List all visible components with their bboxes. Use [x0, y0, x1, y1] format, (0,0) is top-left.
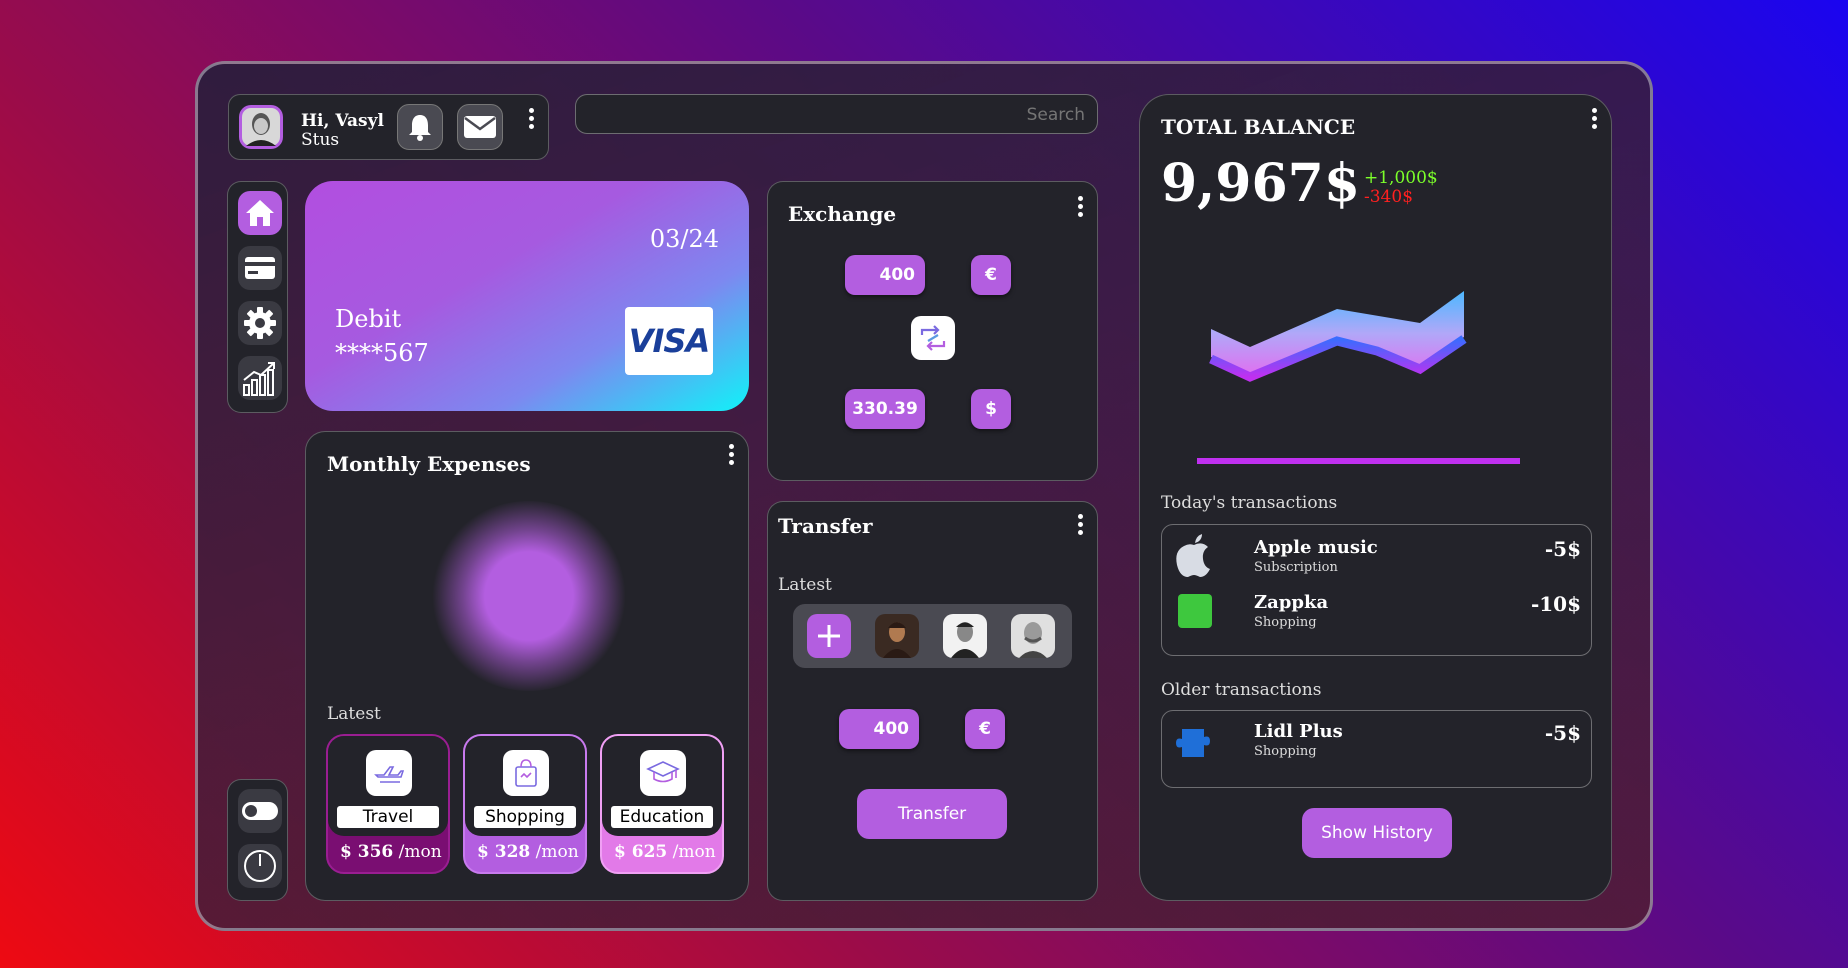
total-balance-panel: TOTAL BALANCE 9,967$ +1,000$ -340$ Today… — [1139, 94, 1612, 901]
transaction-category: Shopping — [1254, 744, 1317, 759]
apple-icon — [1176, 534, 1210, 577]
category-amount: $ 328 — [477, 842, 531, 862]
visa-logo: VISA — [625, 307, 713, 375]
transaction-category: Shopping — [1254, 615, 1317, 630]
exchange-from-amount[interactable]: 400 — [845, 255, 925, 295]
expenses-title: Monthly Expenses — [327, 452, 531, 476]
nav-cards[interactable] — [238, 246, 282, 290]
shopping-bag-icon — [515, 759, 537, 787]
transaction-row[interactable]: Apple music Subscription -5$ — [1162, 533, 1591, 588]
sidebar-bottom — [227, 779, 288, 901]
transfer-currency[interactable]: € — [965, 709, 1005, 749]
toggle-button[interactable] — [238, 789, 282, 833]
swap-button[interactable] — [911, 316, 955, 360]
transfer-menu-icon[interactable] — [1078, 514, 1084, 538]
airplane-icon — [374, 766, 404, 783]
avatar[interactable] — [239, 105, 283, 149]
exchange-to-amount[interactable]: 330.39 — [845, 389, 925, 429]
expenses-menu-icon[interactable] — [729, 444, 735, 468]
expenses-latest-label: Latest — [327, 704, 381, 724]
debit-card[interactable]: 03/24 Debit ****567 VISA — [305, 181, 749, 411]
balance-title: TOTAL BALANCE — [1161, 115, 1356, 139]
expenses-donut — [429, 501, 629, 691]
transfer-amount[interactable]: 400 — [839, 709, 919, 749]
category-label: Travel — [337, 806, 439, 828]
exchange-panel: Exchange 400 € 330.39 $ — [767, 181, 1098, 481]
credit-card-icon — [245, 257, 275, 279]
category-period: /mon — [398, 842, 442, 862]
add-contact-button[interactable] — [807, 614, 851, 658]
balance-amount: 9,967$ — [1161, 153, 1361, 214]
transfer-panel: Transfer Latest 400 € Transfer — [767, 501, 1098, 901]
exchange-menu-icon[interactable] — [1078, 196, 1084, 220]
messages-button[interactable] — [457, 104, 503, 150]
nav-analytics[interactable] — [238, 356, 282, 400]
exchange-from-currency[interactable]: € — [971, 255, 1011, 295]
transfer-latest-label: Latest — [778, 575, 832, 595]
card-expiry: 03/24 — [649, 225, 719, 253]
card-number: ****567 — [335, 339, 429, 367]
puzzle-icon — [1176, 729, 1210, 757]
gear-icon — [244, 307, 276, 339]
contact-avatar[interactable] — [943, 614, 987, 658]
category-period: /mon — [672, 842, 716, 862]
user-header: Hi, Vasyl Stus — [228, 94, 549, 160]
transfer-button[interactable]: Transfer — [857, 789, 1007, 839]
transaction-row[interactable]: Zappka Shopping -10$ — [1162, 588, 1591, 643]
category-education[interactable]: Education $ 625 /mon — [600, 734, 724, 874]
exchange-to-currency[interactable]: $ — [971, 389, 1011, 429]
older-transactions: Lidl Plus Shopping -5$ — [1161, 710, 1592, 788]
transaction-amount: -5$ — [1544, 721, 1581, 745]
sidebar-nav — [227, 181, 288, 413]
plus-icon — [818, 625, 840, 647]
show-history-button[interactable]: Show History — [1302, 808, 1452, 858]
search-input[interactable] — [586, 101, 1087, 129]
category-shopping[interactable]: Shopping $ 328 /mon — [463, 734, 587, 874]
home-icon — [246, 200, 274, 226]
power-button[interactable] — [238, 844, 282, 888]
swap-arrows-icon — [920, 325, 946, 351]
bell-icon — [409, 115, 431, 141]
transfer-title: Transfer — [778, 514, 873, 538]
balance-menu-icon[interactable] — [1592, 108, 1598, 132]
notifications-button[interactable] — [397, 104, 443, 150]
transaction-row[interactable]: Lidl Plus Shopping -5$ — [1162, 719, 1591, 774]
balance-minus: -340$ — [1364, 187, 1414, 207]
today-transactions: Apple music Subscription -5$ Zappka Shop… — [1161, 524, 1592, 656]
category-travel[interactable]: Travel $ 356 /mon — [326, 734, 450, 874]
contact-avatar[interactable] — [875, 614, 919, 658]
balance-chart — [1197, 291, 1520, 464]
category-period: /mon — [535, 842, 579, 862]
category-amount: $ 356 — [340, 842, 394, 862]
transaction-name: Zappka — [1254, 592, 1329, 613]
user-surname: Stus — [301, 130, 340, 150]
graduation-cap-icon — [646, 761, 680, 783]
power-icon — [244, 850, 276, 882]
exchange-title: Exchange — [788, 202, 897, 226]
nav-home[interactable] — [238, 191, 282, 235]
category-label: Education — [611, 806, 713, 828]
transaction-amount: -10$ — [1530, 592, 1581, 616]
mail-icon — [464, 116, 496, 138]
contact-avatar[interactable] — [1011, 614, 1055, 658]
transaction-category: Subscription — [1254, 560, 1338, 575]
user-greeting: Hi, Vasyl — [301, 111, 384, 131]
toggle-icon — [242, 802, 278, 820]
nav-settings[interactable] — [238, 301, 282, 345]
today-label: Today's transactions — [1161, 493, 1338, 513]
transaction-amount: -5$ — [1544, 537, 1581, 561]
older-label: Older transactions — [1161, 680, 1322, 700]
category-amount: $ 625 — [614, 842, 668, 862]
balance-plus: +1,000$ — [1364, 168, 1438, 188]
recent-contacts — [793, 604, 1072, 668]
search-bar[interactable] — [575, 94, 1098, 134]
transaction-name: Lidl Plus — [1254, 721, 1343, 742]
user-menu-icon[interactable] — [529, 108, 535, 132]
chart-growth-icon — [243, 362, 275, 396]
transaction-name: Apple music — [1254, 537, 1378, 558]
card-type: Debit — [335, 305, 402, 333]
zappka-icon — [1178, 594, 1212, 628]
category-label: Shopping — [474, 806, 576, 828]
